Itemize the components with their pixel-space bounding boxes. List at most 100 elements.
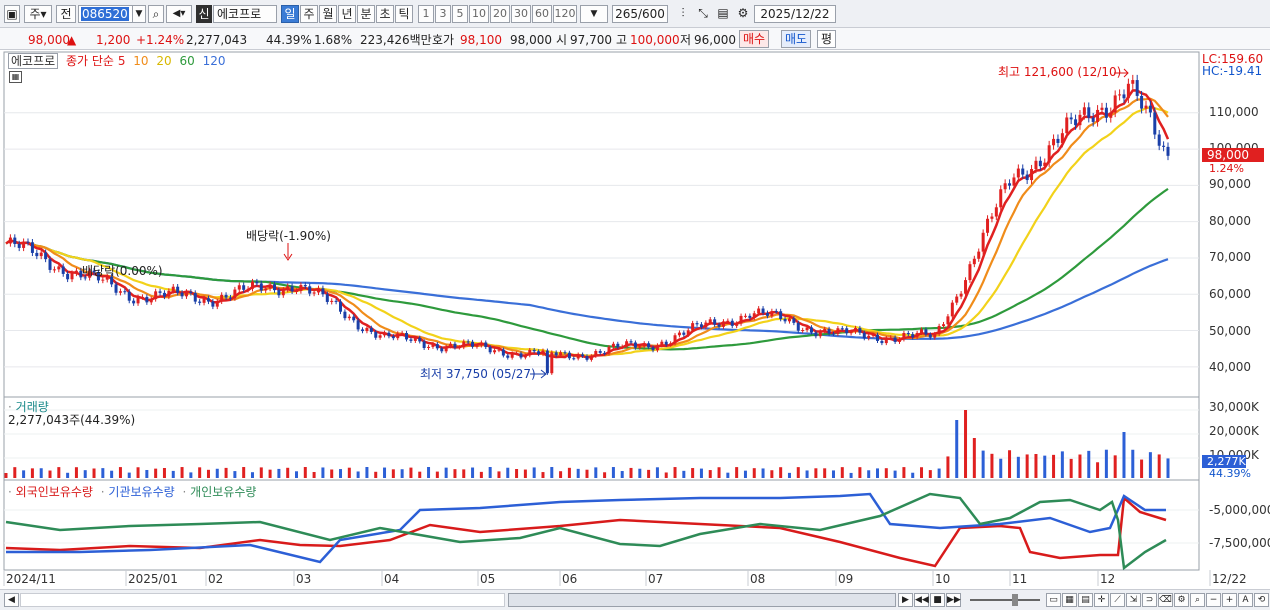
candle-type-icon[interactable]: ⫶ xyxy=(674,5,692,23)
mult-10[interactable]: 10 xyxy=(469,5,489,23)
period-week[interactable]: 주 xyxy=(300,5,318,23)
candle-body xyxy=(559,352,563,356)
period-year[interactable]: 년 xyxy=(338,5,356,23)
candle-body xyxy=(193,292,197,302)
grid-icon[interactable]: ▦ xyxy=(1062,593,1077,607)
candle-body xyxy=(22,241,26,248)
candle-body xyxy=(74,270,78,274)
candle-body xyxy=(616,343,620,348)
rewind-icon[interactable]: ◀◀ xyxy=(914,593,929,607)
mult-5[interactable]: 5 xyxy=(452,5,468,23)
text-tool-icon[interactable]: A xyxy=(1238,593,1253,607)
volume-bar xyxy=(74,467,78,478)
zoom-slider[interactable] xyxy=(970,599,1040,601)
ma-20: 20 xyxy=(156,54,172,68)
mult-20[interactable]: 20 xyxy=(490,5,510,23)
x-tick-label: 08 xyxy=(750,572,765,586)
stock-name-field[interactable]: 에코프로 xyxy=(213,5,277,23)
candle-body xyxy=(572,358,576,360)
candle-body xyxy=(1100,107,1104,110)
cursor-icon[interactable]: ⇲ xyxy=(1126,593,1141,607)
volume-bar xyxy=(708,470,712,478)
count-input[interactable]: 265/600 xyxy=(612,5,668,23)
code-dropdown-icon[interactable]: ▼ xyxy=(132,5,146,23)
candle-body xyxy=(1135,80,1139,96)
mult-dropdown-icon[interactable]: ▼ xyxy=(580,5,608,23)
stock-chart[interactable]: 110,000 100,000 90,000 80,000 70,000 60,… xyxy=(0,50,1270,590)
erase-icon[interactable]: ⌫ xyxy=(1158,593,1173,607)
search-zoom-icon[interactable]: ⌕ xyxy=(1190,593,1205,607)
volume-bar xyxy=(831,470,835,478)
sell-button[interactable]: 매도 xyxy=(781,30,812,48)
price-tick: 50,000 xyxy=(1209,324,1251,338)
candle-body xyxy=(682,332,686,335)
stock-name-tag[interactable]: 에코프로 xyxy=(8,53,59,69)
candle-body xyxy=(920,329,924,333)
compare-icon[interactable]: ▤ xyxy=(1078,593,1093,607)
mult-3[interactable]: 3 xyxy=(435,5,451,23)
settings-gear-icon[interactable]: ⚙ xyxy=(734,5,752,23)
reset-icon[interactable]: ⟲ xyxy=(1254,593,1269,607)
candle-body xyxy=(589,356,593,360)
average-button[interactable]: 평 xyxy=(817,30,837,48)
layout-icon[interactable]: ▭ xyxy=(1046,593,1061,607)
candle-body xyxy=(708,319,712,323)
scroll-footer: ◀ ▶ ◀◀ ■ ▶▶ ▭ ▦ ▤ ✛ ⟋ ⇲ ⊃ ⌫ ⚙ ⌕ − + A ⟲ xyxy=(0,589,1270,610)
period-day[interactable]: 일 xyxy=(281,5,299,23)
candle-body xyxy=(497,349,501,351)
candle-body xyxy=(1034,160,1038,170)
magnet-icon[interactable]: ⊃ xyxy=(1142,593,1157,607)
x-tick-label: 2025/01 xyxy=(128,572,178,586)
save-icon[interactable]: ▤ xyxy=(714,5,732,23)
scrollbar-track[interactable] xyxy=(20,593,505,607)
date-input[interactable]: 2025/12/22 xyxy=(754,5,836,23)
volume-bar xyxy=(629,467,633,478)
scope-button[interactable]: 전 xyxy=(56,5,76,23)
window-menu-icon[interactable]: ▣ xyxy=(4,5,20,23)
period-minute[interactable]: 분 xyxy=(357,5,375,23)
search-icon[interactable]: ⌕ xyxy=(148,5,164,23)
scrollbar-thumb[interactable] xyxy=(508,593,896,607)
candle-body xyxy=(704,322,708,328)
volume-bar xyxy=(110,470,114,478)
settings-icon[interactable]: ⚙ xyxy=(1174,593,1189,607)
zoom-slider-handle[interactable] xyxy=(1012,594,1018,606)
mult-60[interactable]: 60 xyxy=(532,5,552,23)
candle-body xyxy=(677,332,681,336)
trend-icon[interactable]: ⟋ xyxy=(1110,593,1125,607)
zoom-out-icon[interactable]: − xyxy=(1206,593,1221,607)
high-price: 100,000 xyxy=(630,33,680,47)
stop-icon[interactable]: ■ xyxy=(930,593,945,607)
volume-bar xyxy=(682,470,686,478)
volume-bar xyxy=(66,472,70,478)
volume-bar xyxy=(647,469,651,478)
candle-body xyxy=(1087,107,1091,118)
price-change: 1,200 xyxy=(96,33,131,47)
candle-body xyxy=(176,286,180,293)
fast-forward-icon[interactable]: ▶▶ xyxy=(946,593,961,607)
speaker-icon[interactable]: ◀▾ xyxy=(166,5,192,23)
crosshair-icon[interactable]: ✛ xyxy=(1094,593,1109,607)
period-month[interactable]: 월 xyxy=(319,5,337,23)
volume-bar xyxy=(990,453,994,478)
scroll-left-icon[interactable]: ◀ xyxy=(4,593,19,607)
candle-body xyxy=(259,283,263,291)
period-second[interactable]: 초 xyxy=(376,5,394,23)
zoom-in-icon[interactable]: + xyxy=(1222,593,1237,607)
volume-bar xyxy=(295,471,298,478)
candle-body xyxy=(805,327,809,331)
candle-body xyxy=(101,279,105,281)
mult-1[interactable]: 1 xyxy=(418,5,434,23)
volume-bar xyxy=(118,467,122,478)
volume-bar xyxy=(277,468,281,478)
mult-30[interactable]: 30 xyxy=(511,5,531,23)
candle-body xyxy=(400,333,404,335)
table-toggle-icon[interactable]: ▦ xyxy=(9,71,22,83)
buy-button[interactable]: 매수 xyxy=(739,30,770,48)
draw-tool-icon[interactable]: ⤡ xyxy=(694,5,712,23)
play-icon[interactable]: ▶ xyxy=(898,593,913,607)
mult-120[interactable]: 120 xyxy=(553,5,577,23)
candle-body xyxy=(752,313,756,318)
period-tick[interactable]: 틱 xyxy=(395,5,413,23)
market-select[interactable]: 주▾ xyxy=(24,5,52,23)
